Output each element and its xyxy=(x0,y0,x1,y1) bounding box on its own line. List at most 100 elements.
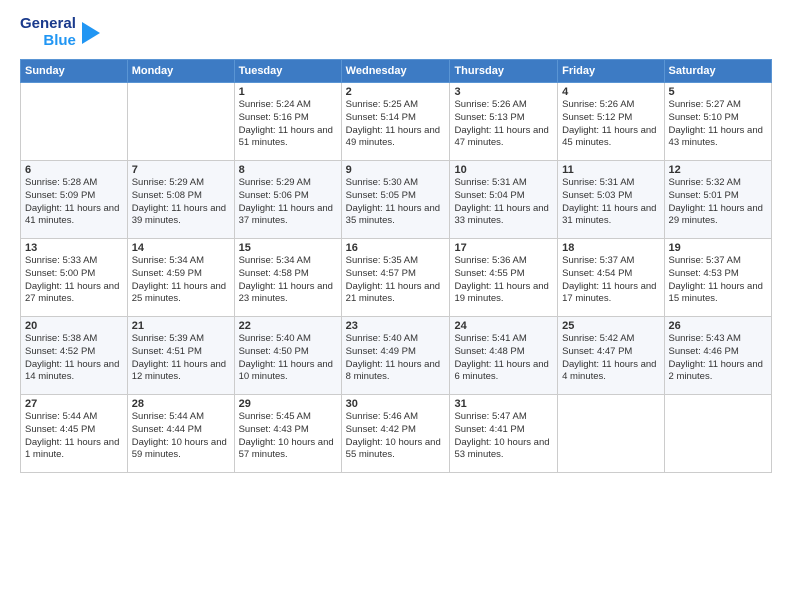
day-info: Sunrise: 5:30 AMSunset: 5:05 PMDaylight:… xyxy=(346,177,446,228)
day-number: 13 xyxy=(25,242,123,254)
day-info: Sunrise: 5:32 AMSunset: 5:01 PMDaylight:… xyxy=(669,177,767,228)
calendar-cell xyxy=(558,395,664,473)
calendar-cell: 27Sunrise: 5:44 AMSunset: 4:45 PMDayligh… xyxy=(21,395,128,473)
logo-text-block: General Blue xyxy=(20,16,76,49)
calendar-cell: 25Sunrise: 5:42 AMSunset: 4:47 PMDayligh… xyxy=(558,317,664,395)
day-info: Sunrise: 5:44 AMSunset: 4:45 PMDaylight:… xyxy=(25,411,123,462)
logo: General Blue xyxy=(20,16,102,49)
dow-header-thursday: Thursday xyxy=(450,60,558,83)
day-info: Sunrise: 5:46 AMSunset: 4:42 PMDaylight:… xyxy=(346,411,446,462)
day-number: 7 xyxy=(132,164,230,176)
day-info: Sunrise: 5:29 AMSunset: 5:06 PMDaylight:… xyxy=(239,177,337,228)
calendar-cell: 9Sunrise: 5:30 AMSunset: 5:05 PMDaylight… xyxy=(341,161,450,239)
day-info: Sunrise: 5:40 AMSunset: 4:50 PMDaylight:… xyxy=(239,333,337,384)
calendar-cell: 18Sunrise: 5:37 AMSunset: 4:54 PMDayligh… xyxy=(558,239,664,317)
dow-header-friday: Friday xyxy=(558,60,664,83)
day-number: 19 xyxy=(669,242,767,254)
day-info: Sunrise: 5:26 AMSunset: 5:13 PMDaylight:… xyxy=(454,99,553,150)
day-info: Sunrise: 5:25 AMSunset: 5:14 PMDaylight:… xyxy=(346,99,446,150)
calendar-cell: 4Sunrise: 5:26 AMSunset: 5:12 PMDaylight… xyxy=(558,83,664,161)
week-row-1: 1Sunrise: 5:24 AMSunset: 5:16 PMDaylight… xyxy=(21,83,772,161)
day-number: 1 xyxy=(239,86,337,98)
dow-header-monday: Monday xyxy=(127,60,234,83)
calendar-cell: 21Sunrise: 5:39 AMSunset: 4:51 PMDayligh… xyxy=(127,317,234,395)
day-info: Sunrise: 5:39 AMSunset: 4:51 PMDaylight:… xyxy=(132,333,230,384)
calendar-cell: 17Sunrise: 5:36 AMSunset: 4:55 PMDayligh… xyxy=(450,239,558,317)
dow-header-wednesday: Wednesday xyxy=(341,60,450,83)
calendar-cell: 28Sunrise: 5:44 AMSunset: 4:44 PMDayligh… xyxy=(127,395,234,473)
day-info: Sunrise: 5:34 AMSunset: 4:59 PMDaylight:… xyxy=(132,255,230,306)
day-info: Sunrise: 5:40 AMSunset: 4:49 PMDaylight:… xyxy=(346,333,446,384)
calendar-cell: 2Sunrise: 5:25 AMSunset: 5:14 PMDaylight… xyxy=(341,83,450,161)
calendar-cell: 7Sunrise: 5:29 AMSunset: 5:08 PMDaylight… xyxy=(127,161,234,239)
day-number: 30 xyxy=(346,398,446,410)
day-number: 22 xyxy=(239,320,337,332)
day-number: 25 xyxy=(562,320,659,332)
day-info: Sunrise: 5:45 AMSunset: 4:43 PMDaylight:… xyxy=(239,411,337,462)
calendar-cell: 19Sunrise: 5:37 AMSunset: 4:53 PMDayligh… xyxy=(664,239,771,317)
day-number: 21 xyxy=(132,320,230,332)
week-row-2: 6Sunrise: 5:28 AMSunset: 5:09 PMDaylight… xyxy=(21,161,772,239)
calendar-cell: 1Sunrise: 5:24 AMSunset: 5:16 PMDaylight… xyxy=(234,83,341,161)
calendar-cell: 31Sunrise: 5:47 AMSunset: 4:41 PMDayligh… xyxy=(450,395,558,473)
day-info: Sunrise: 5:27 AMSunset: 5:10 PMDaylight:… xyxy=(669,99,767,150)
day-number: 15 xyxy=(239,242,337,254)
calendar-cell: 23Sunrise: 5:40 AMSunset: 4:49 PMDayligh… xyxy=(341,317,450,395)
calendar-cell: 14Sunrise: 5:34 AMSunset: 4:59 PMDayligh… xyxy=(127,239,234,317)
day-number: 14 xyxy=(132,242,230,254)
week-row-3: 13Sunrise: 5:33 AMSunset: 5:00 PMDayligh… xyxy=(21,239,772,317)
calendar-cell: 12Sunrise: 5:32 AMSunset: 5:01 PMDayligh… xyxy=(664,161,771,239)
day-number: 6 xyxy=(25,164,123,176)
calendar-cell: 30Sunrise: 5:46 AMSunset: 4:42 PMDayligh… xyxy=(341,395,450,473)
day-info: Sunrise: 5:41 AMSunset: 4:48 PMDaylight:… xyxy=(454,333,553,384)
calendar-table: SundayMondayTuesdayWednesdayThursdayFrid… xyxy=(20,59,772,473)
day-info: Sunrise: 5:24 AMSunset: 5:16 PMDaylight:… xyxy=(239,99,337,150)
day-number: 17 xyxy=(454,242,553,254)
calendar-cell: 6Sunrise: 5:28 AMSunset: 5:09 PMDaylight… xyxy=(21,161,128,239)
days-of-week-row: SundayMondayTuesdayWednesdayThursdayFrid… xyxy=(21,60,772,83)
logo-triangle-icon xyxy=(80,18,102,48)
dow-header-sunday: Sunday xyxy=(21,60,128,83)
day-info: Sunrise: 5:36 AMSunset: 4:55 PMDaylight:… xyxy=(454,255,553,306)
day-info: Sunrise: 5:26 AMSunset: 5:12 PMDaylight:… xyxy=(562,99,659,150)
calendar-cell: 16Sunrise: 5:35 AMSunset: 4:57 PMDayligh… xyxy=(341,239,450,317)
day-number: 5 xyxy=(669,86,767,98)
day-number: 27 xyxy=(25,398,123,410)
page-header: General Blue xyxy=(20,16,772,49)
day-number: 31 xyxy=(454,398,553,410)
day-info: Sunrise: 5:34 AMSunset: 4:58 PMDaylight:… xyxy=(239,255,337,306)
calendar-cell: 22Sunrise: 5:40 AMSunset: 4:50 PMDayligh… xyxy=(234,317,341,395)
day-number: 9 xyxy=(346,164,446,176)
day-number: 29 xyxy=(239,398,337,410)
week-row-5: 27Sunrise: 5:44 AMSunset: 4:45 PMDayligh… xyxy=(21,395,772,473)
dow-header-tuesday: Tuesday xyxy=(234,60,341,83)
calendar-cell: 3Sunrise: 5:26 AMSunset: 5:13 PMDaylight… xyxy=(450,83,558,161)
calendar-cell xyxy=(21,83,128,161)
day-number: 28 xyxy=(132,398,230,410)
day-info: Sunrise: 5:44 AMSunset: 4:44 PMDaylight:… xyxy=(132,411,230,462)
logo-blue: Blue xyxy=(43,33,76,50)
calendar-cell: 24Sunrise: 5:41 AMSunset: 4:48 PMDayligh… xyxy=(450,317,558,395)
day-info: Sunrise: 5:29 AMSunset: 5:08 PMDaylight:… xyxy=(132,177,230,228)
day-info: Sunrise: 5:43 AMSunset: 4:46 PMDaylight:… xyxy=(669,333,767,384)
calendar-cell: 29Sunrise: 5:45 AMSunset: 4:43 PMDayligh… xyxy=(234,395,341,473)
day-number: 24 xyxy=(454,320,553,332)
day-info: Sunrise: 5:31 AMSunset: 5:04 PMDaylight:… xyxy=(454,177,553,228)
day-number: 2 xyxy=(346,86,446,98)
day-number: 18 xyxy=(562,242,659,254)
calendar-cell: 20Sunrise: 5:38 AMSunset: 4:52 PMDayligh… xyxy=(21,317,128,395)
day-number: 11 xyxy=(562,164,659,176)
day-number: 12 xyxy=(669,164,767,176)
day-info: Sunrise: 5:37 AMSunset: 4:53 PMDaylight:… xyxy=(669,255,767,306)
day-number: 26 xyxy=(669,320,767,332)
calendar-cell: 26Sunrise: 5:43 AMSunset: 4:46 PMDayligh… xyxy=(664,317,771,395)
logo-general: General xyxy=(20,16,76,33)
dow-header-saturday: Saturday xyxy=(664,60,771,83)
calendar-cell: 5Sunrise: 5:27 AMSunset: 5:10 PMDaylight… xyxy=(664,83,771,161)
day-info: Sunrise: 5:47 AMSunset: 4:41 PMDaylight:… xyxy=(454,411,553,462)
day-number: 3 xyxy=(454,86,553,98)
day-info: Sunrise: 5:38 AMSunset: 4:52 PMDaylight:… xyxy=(25,333,123,384)
day-number: 10 xyxy=(454,164,553,176)
calendar-cell: 8Sunrise: 5:29 AMSunset: 5:06 PMDaylight… xyxy=(234,161,341,239)
calendar-cell: 10Sunrise: 5:31 AMSunset: 5:04 PMDayligh… xyxy=(450,161,558,239)
